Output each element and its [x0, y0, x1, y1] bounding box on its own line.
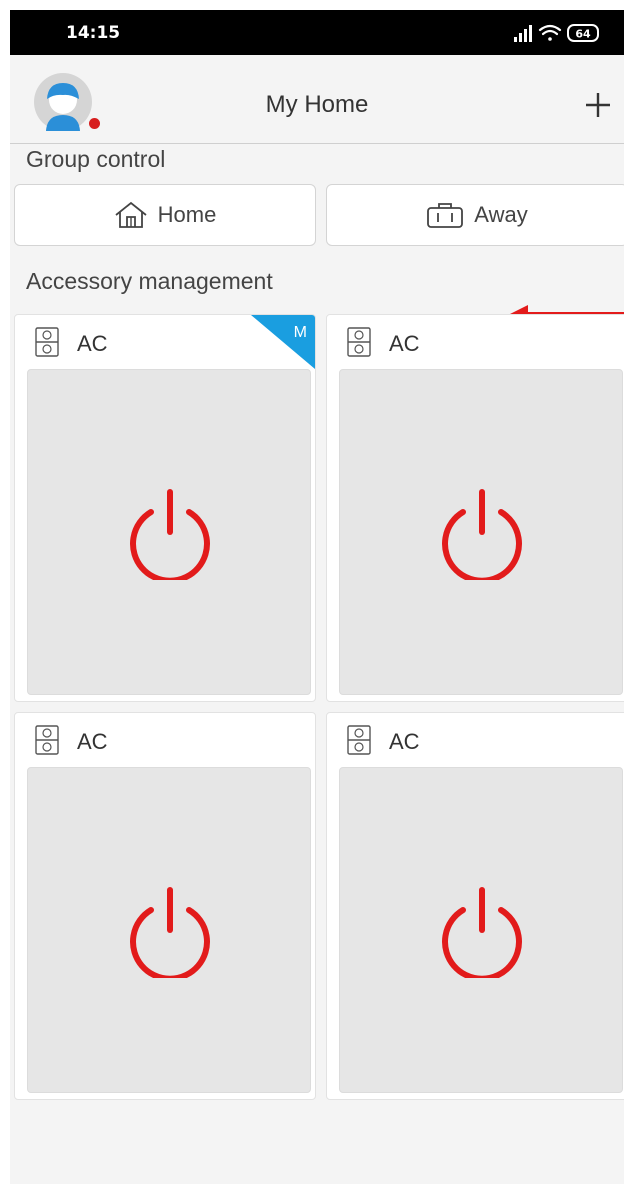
house-icon [115, 201, 147, 228]
card-label: AC [77, 729, 108, 754]
accessory-card[interactable]: AC [326, 712, 624, 1100]
status-time: 14:15 [66, 23, 121, 43]
app-screen: 14:15 64 My Home Group control Home Away… [10, 10, 624, 1184]
status-icons: 64 [514, 24, 599, 42]
add-icon[interactable] [584, 91, 612, 119]
power-icon[interactable] [437, 488, 527, 580]
group-control-label: Group control [26, 146, 166, 172]
home-mode-button[interactable]: Home [14, 184, 316, 246]
signal-icon [514, 25, 532, 42]
power-icon[interactable] [125, 886, 215, 978]
accessory-card[interactable]: AC [326, 314, 624, 702]
ac-unit-icon [35, 327, 59, 357]
ac-unit-icon [347, 725, 371, 755]
power-toggle-panel[interactable] [27, 767, 311, 1093]
card-header: AC [15, 713, 315, 767]
accessory-card[interactable]: AC [14, 712, 316, 1100]
card-header: AC [327, 315, 624, 369]
power-toggle-panel[interactable] [339, 767, 623, 1093]
card-header: AC [327, 713, 624, 767]
ac-unit-icon [347, 327, 371, 357]
status-bar: 14:15 64 [10, 10, 624, 55]
power-icon[interactable] [125, 488, 215, 580]
accessory-card[interactable]: AC M [14, 314, 316, 702]
master-badge-label: M [293, 324, 307, 341]
power-toggle-panel[interactable] [339, 369, 623, 695]
ac-unit-icon [35, 725, 59, 755]
power-icon[interactable] [437, 886, 527, 978]
notification-dot [89, 118, 100, 129]
page-title: My Home [265, 91, 369, 118]
card-label: AC [389, 729, 420, 754]
power-toggle-panel[interactable] [27, 369, 311, 695]
wifi-icon [538, 24, 562, 41]
app-bar: My Home [10, 55, 624, 144]
home-mode-label: Home [157, 202, 217, 227]
away-mode-label: Away [474, 202, 528, 227]
accessory-management-label: Accessory management [26, 268, 273, 294]
suitcase-icon [427, 203, 464, 228]
away-mode-button[interactable]: Away [326, 184, 624, 246]
card-label: AC [389, 331, 420, 356]
card-label: AC [77, 331, 108, 356]
battery-level: 64 [575, 28, 591, 41]
